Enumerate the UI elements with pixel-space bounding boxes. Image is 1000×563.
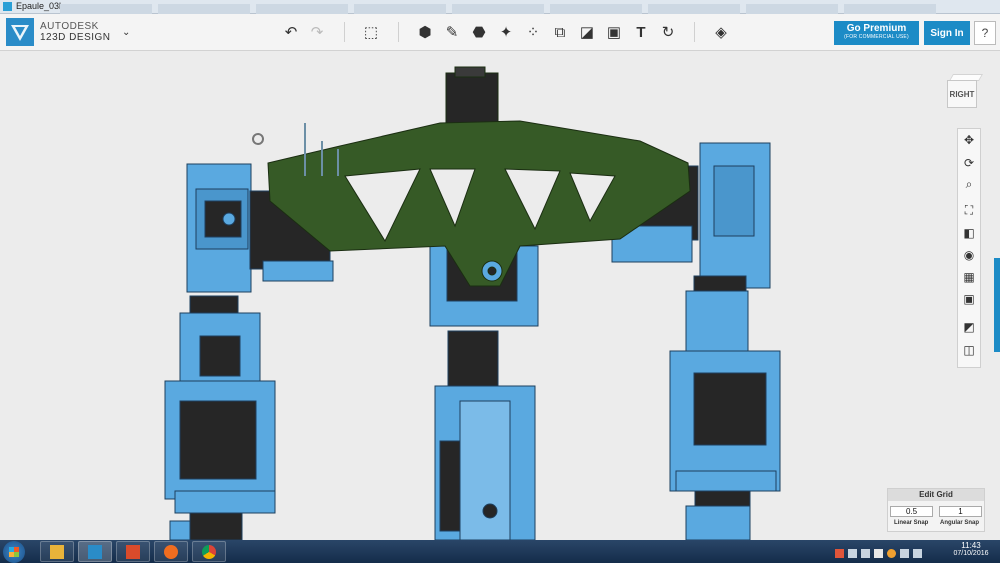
autodesk-logo-icon[interactable] [6,18,34,46]
flag-icon[interactable] [874,549,883,558]
help-button[interactable]: ? [974,21,996,45]
edit-grid-panel: Edit Grid 0.5 1 Linear Snap Angular Snap [887,488,985,532]
linear-snap-label: Linear Snap [894,520,929,526]
pan-icon[interactable]: ✥ [960,131,978,149]
angular-snap-input[interactable]: 1 [939,506,982,517]
window-titlebar: Epaule_03b [0,0,1000,14]
explorer-icon[interactable] [40,541,74,562]
start-button[interactable] [3,541,25,563]
app-r-icon[interactable] [116,541,150,562]
main-toolbar: AUTODESK 123D DESIGN ⌄ ↶ ↷ ⬚ ⬢ ✎ ⬣ ✦ ⁘ ⧉… [0,14,1000,51]
measure-icon[interactable]: ◪ [576,21,598,43]
tray-icon[interactable] [848,549,857,558]
clock[interactable]: 11:43 07/10/2016 [946,541,996,557]
screenshot-icon[interactable]: ▣ [960,290,978,308]
zoom-icon[interactable]: ⌕ [960,175,978,193]
modify-icon[interactable]: ⬣ [468,21,490,43]
view-cube-face[interactable]: RIGHT [947,80,977,108]
windows-logo-icon [9,547,19,557]
fit-icon[interactable]: ⛶ [960,201,978,219]
edit-grid-button[interactable]: Edit Grid [888,489,984,501]
redo-icon[interactable]: ↷ [306,21,328,43]
3d-viewport[interactable]: RIGHT ✥ ⟳ ⌕ ⛶ ◧ ◉ ▦ ▣ ◩ ◫ Edit Grid 0.5 … [0,51,1000,540]
grid-icon[interactable]: ▦ [960,268,978,286]
undo-icon[interactable]: ↶ [280,21,302,43]
app-icon [3,2,12,11]
chevron-down-icon[interactable]: ⌄ [122,27,130,38]
pattern-icon[interactable]: ✦ [495,21,517,43]
robot-model[interactable] [0,51,1000,540]
visibility-icon[interactable]: ◉ [960,246,978,264]
sign-in-button[interactable]: Sign In [924,21,970,45]
premium-sublabel: (FOR COMMERCIAL USE) [844,34,909,40]
group-icon[interactable]: ⁘ [522,21,544,43]
text-icon[interactable]: T [630,21,652,43]
window-title: Epaule_03b [16,1,65,11]
tray-icon[interactable] [861,549,870,558]
tray-icon[interactable] [835,549,844,558]
primitives-icon[interactable]: ⬚ [360,21,382,43]
system-tray [835,545,945,558]
123d-design-icon[interactable] [78,541,112,562]
brand-line1: AUTODESK [40,21,99,32]
taskbar: 11:43 07/10/2016 [0,540,1000,563]
combine-icon[interactable]: ⧉ [549,21,571,43]
app-eye-icon[interactable] [154,541,188,562]
brand: AUTODESK 123D DESIGN [40,21,111,43]
angular-snap-label: Angular Snap [940,520,980,526]
network-icon[interactable] [900,549,909,558]
brand-line2: 123D DESIGN [40,32,111,43]
material-icon[interactable]: ◈ [710,21,732,43]
view-cube[interactable]: RIGHT [943,72,984,112]
view-mode-icon[interactable]: ◧ [960,224,978,242]
chrome-icon[interactable] [192,541,226,562]
snap-icon[interactable]: ↻ [657,21,679,43]
go-premium-button[interactable]: Go Premium (FOR COMMERCIAL USE) [834,21,919,45]
linear-snap-input[interactable]: 0.5 [890,506,933,517]
volume-icon[interactable] [913,549,922,558]
sketch-icon[interactable]: ⬢ [414,21,436,43]
clock-date: 07/10/2016 [953,550,989,557]
orbit-icon[interactable]: ⟳ [960,154,978,172]
material-view-icon[interactable]: ◩ [960,318,978,336]
clock-time: 11:43 [961,541,981,550]
tray-icon[interactable] [887,549,896,558]
construct-icon[interactable]: ✎ [441,21,463,43]
premium-label: Go Premium [846,23,907,34]
browser-tabs [60,1,980,14]
navigation-bar: ✥ ⟳ ⌕ ⛶ ◧ ◉ ▦ ▣ ◩ ◫ [957,128,981,368]
ruler-icon[interactable]: ▣ [603,21,625,43]
outline-icon[interactable]: ◫ [960,341,978,359]
side-panel-toggle[interactable] [994,258,1000,352]
